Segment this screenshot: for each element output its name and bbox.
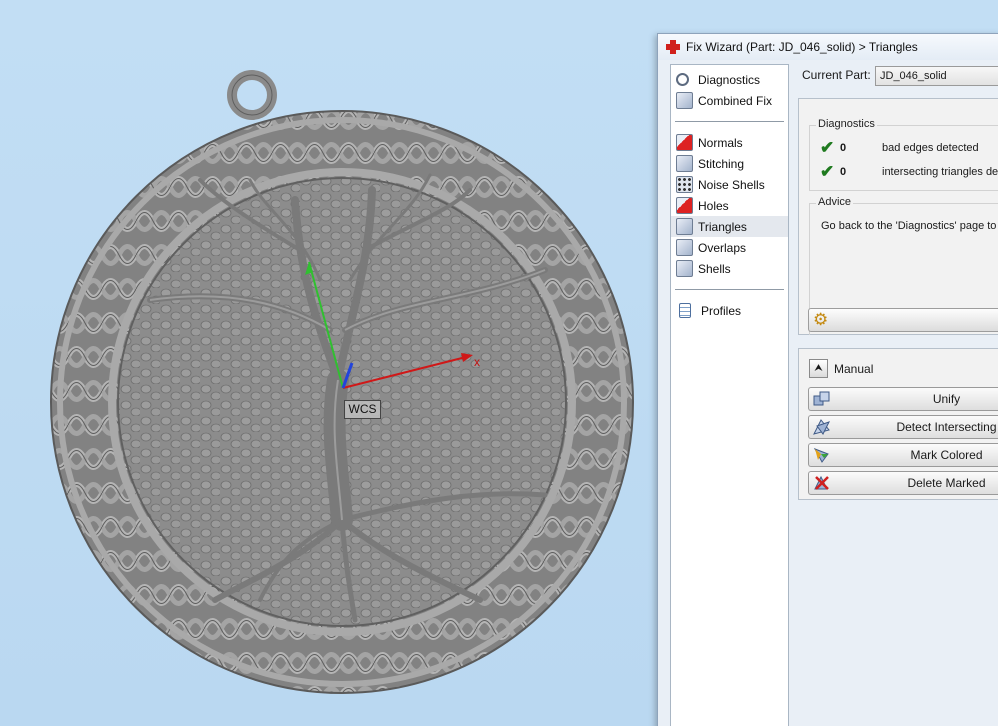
mark-colored-icon <box>813 448 829 463</box>
nav-item-label: Normals <box>698 135 743 150</box>
wizard-content: Current Part: JD_046_solid Diagnostics ✔… <box>798 64 998 726</box>
nav-item-stitching[interactable]: Stitching <box>671 153 788 174</box>
stitching-icon <box>676 155 693 172</box>
nav-item-normals[interactable]: Normals <box>671 132 788 153</box>
button-label: Unify <box>932 392 961 406</box>
nav-item-label: Stitching <box>698 156 745 171</box>
wcs-label: WCS <box>344 400 381 419</box>
collapse-button[interactable]: ⮝ <box>809 359 828 378</box>
wizard-nav: Diagnostics Combined Fix Normals Stitchi… <box>670 64 789 726</box>
nav-item-noise-shells[interactable]: Noise Shells <box>671 174 788 195</box>
advice-group-title: Advice <box>816 196 854 208</box>
holes-cube-icon <box>676 197 693 214</box>
button-label: Mark Colored <box>910 448 983 462</box>
intersecting-triangles-text: intersecting triangles detected <box>882 166 998 178</box>
button-label: Detect Intersecting <box>896 420 997 434</box>
nav-divider <box>675 121 784 122</box>
nav-item-label: Diagnostics <box>698 72 761 87</box>
mark-colored-button[interactable]: Mark Colored <box>808 443 998 467</box>
diagnostics-group-title: Diagnostics <box>816 118 877 130</box>
delete-marked-button[interactable]: Delete Marked <box>808 471 998 495</box>
window-titlebar[interactable]: Fix Wizard (Part: JD_046_solid) > Triang… <box>658 34 998 60</box>
triangles-panel: Diagnostics ✔ 0 bad edges detected ✔ 0 i… <box>798 98 998 335</box>
magnifier-icon <box>676 73 689 86</box>
delete-marked-icon <box>814 475 829 490</box>
nav-item-overlaps[interactable]: Overlaps <box>671 237 788 258</box>
shells-cube-icon <box>676 260 693 277</box>
nav-item-triangles[interactable]: Triangles <box>671 216 788 237</box>
bad-edges-text: bad edges detected <box>882 142 979 154</box>
nav-item-holes[interactable]: Holes <box>671 195 788 216</box>
detect-intersecting-icon <box>813 419 830 435</box>
nav-item-shells[interactable]: Shells <box>671 258 788 279</box>
diagnostics-group: Diagnostics ✔ 0 bad edges detected ✔ 0 i… <box>809 118 998 191</box>
manual-label: Manual <box>834 361 874 376</box>
unify-icon <box>813 391 830 406</box>
diagnostics-row: ✔ 0 bad edges detected <box>820 138 979 158</box>
nav-item-profiles[interactable]: Profiles <box>671 300 788 321</box>
green-check-icon: ✔ <box>820 162 835 181</box>
diagnostics-row: ✔ 0 intersecting triangles detected <box>820 162 998 182</box>
nav-item-label: Holes <box>698 198 729 213</box>
x-axis-label: x <box>474 355 480 369</box>
normals-cube-icon <box>676 134 693 151</box>
intersecting-triangles-count: 0 <box>840 166 847 178</box>
manual-header: ⮝ Manual <box>809 359 873 378</box>
bad-edges-count: 0 <box>840 142 847 154</box>
fix-wizard-window: Fix Wizard (Part: JD_046_solid) > Triang… <box>657 33 998 726</box>
manual-panel: ⮝ Manual Unify Detect Intersecting Mark … <box>798 348 998 500</box>
automatic-fix-button[interactable]: ⚙ <box>808 308 998 332</box>
nav-item-label: Noise Shells <box>698 177 765 192</box>
noise-dice-icon <box>676 176 693 193</box>
nav-item-label: Profiles <box>701 303 742 318</box>
nav-divider <box>675 289 784 290</box>
current-part-label: Current Part: <box>802 68 871 82</box>
cube-icon <box>676 92 693 109</box>
nav-item-label: Shells <box>698 261 731 276</box>
red-cross-icon <box>666 40 680 54</box>
overlaps-cube-icon <box>676 239 693 256</box>
nav-item-combined-fix[interactable]: Combined Fix <box>671 90 788 111</box>
nav-item-label: Combined Fix <box>698 93 773 108</box>
button-label: Delete Marked <box>907 476 986 490</box>
document-icon <box>679 303 691 318</box>
triangles-cube-icon <box>676 218 693 235</box>
nav-item-diagnostics[interactable]: Diagnostics <box>671 69 788 90</box>
gears-icon: ⚙ <box>813 310 829 329</box>
nav-item-label: Triangles <box>698 219 747 234</box>
green-check-icon: ✔ <box>820 138 835 157</box>
window-title: Fix Wizard (Part: JD_046_solid) > Triang… <box>686 40 918 54</box>
nav-item-label: Overlaps <box>698 240 747 255</box>
detect-intersecting-button[interactable]: Detect Intersecting <box>808 415 998 439</box>
current-part-dropdown[interactable]: JD_046_solid <box>875 66 998 86</box>
advice-text: Go back to the 'Diagnostics' page to c <box>821 220 998 232</box>
unify-button[interactable]: Unify <box>808 387 998 411</box>
